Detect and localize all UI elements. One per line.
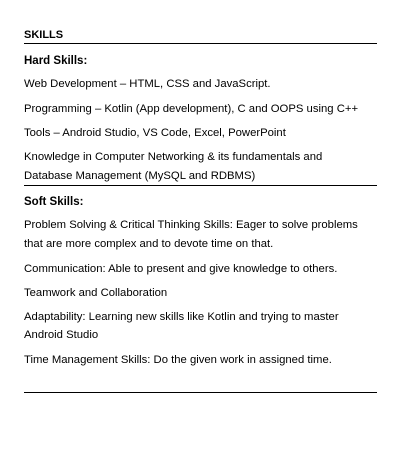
hard-skills-divider bbox=[24, 185, 377, 186]
soft-skill-item: that are more complex and to devote time… bbox=[24, 238, 274, 250]
section-title-divider bbox=[24, 43, 377, 44]
soft-skill-item: Communication: Able to present and give … bbox=[24, 263, 338, 275]
soft-skill-item: Time Management Skills: Do the given wor… bbox=[24, 354, 332, 366]
hard-skill-item: Database Management (MySQL and RDBMS) bbox=[24, 170, 256, 182]
hard-skill-item: Programming – Kotlin (App development), … bbox=[24, 103, 359, 115]
soft-skills-heading: Soft Skills: bbox=[24, 196, 84, 208]
hard-skills-heading: Hard Skills: bbox=[24, 55, 88, 67]
hard-skill-item: Knowledge in Computer Networking & its f… bbox=[24, 151, 323, 163]
soft-skill-item: Problem Solving & Critical Thinking Skil… bbox=[24, 219, 358, 231]
soft-skill-item: Teamwork and Collaboration bbox=[24, 287, 168, 299]
soft-skill-item: Adaptability: Learning new skills like K… bbox=[24, 311, 339, 323]
section-title: SKILLS bbox=[24, 29, 64, 41]
hard-skill-item: Tools – Android Studio, VS Code, Excel, … bbox=[24, 127, 286, 139]
section-bottom-divider bbox=[24, 392, 377, 393]
soft-skill-item: Android Studio bbox=[24, 329, 99, 341]
hard-skill-item: Web Development – HTML, CSS and JavaScri… bbox=[24, 78, 271, 90]
